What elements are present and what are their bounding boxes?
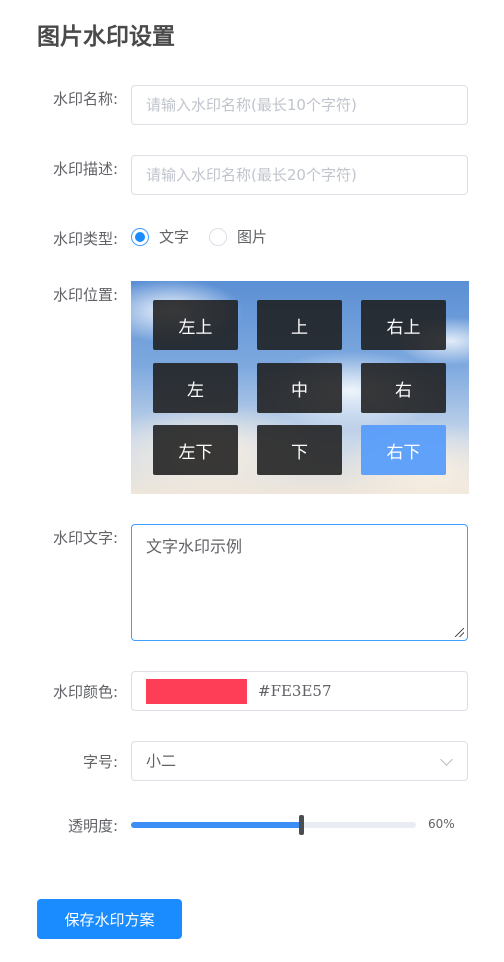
position-top-left-button[interactable]: 左上 [153,300,238,350]
resize-grip-icon[interactable] [455,628,464,637]
watermark-color-label: 水印颜色: [52,683,118,701]
opacity-slider[interactable] [131,815,416,835]
position-top-button[interactable]: 上 [257,300,342,350]
watermark-position-label: 水印位置: [52,286,118,304]
radio-checked-icon[interactable] [131,227,149,246]
font-size-value[interactable]: 小二 [146,752,176,770]
color-hex-value[interactable]: #FE3E57 [258,672,332,710]
opacity-slider-thumb[interactable] [299,815,304,835]
font-size-select[interactable]: 小二 [131,741,468,781]
page-title: 图片水印设置 [37,24,175,50]
position-right-button[interactable]: 右 [361,363,446,413]
watermark-type-label: 水印类型: [52,230,118,248]
position-left-button[interactable]: 左 [153,363,238,413]
watermark-desc-input[interactable]: 请输入水印名称(最长20个字符) [131,155,468,195]
position-preview-image: 左上 上 右上 左 中 右 左下 下 右下 [131,281,469,494]
watermark-text-textarea[interactable]: 文字水印示例 [131,524,468,641]
radio-image[interactable]: 图片 [209,226,267,247]
position-bottom-button[interactable]: 下 [257,425,342,475]
opacity-slider-fill [131,822,302,828]
color-swatch[interactable] [146,679,247,704]
font-size-label: 字号: [82,753,118,771]
watermark-text-value[interactable]: 文字水印示例 [146,537,242,556]
watermark-desc-label: 水印描述: [52,160,118,178]
watermark-name-label: 水印名称: [52,90,118,108]
position-bottom-left-button[interactable]: 左下 [153,425,238,475]
save-watermark-button[interactable]: 保存水印方案 [37,899,182,939]
color-picker-field[interactable]: #FE3E57 [131,671,468,711]
opacity-label: 透明度: [67,817,118,835]
radio-image-label[interactable]: 图片 [237,226,267,247]
position-bottom-right-button[interactable]: 右下 [361,425,446,475]
watermark-text-label: 水印文字: [52,529,118,547]
opacity-value: 60% [428,817,455,831]
chevron-down-icon[interactable] [440,753,453,766]
radio-unchecked-icon[interactable] [209,227,228,246]
watermark-name-input[interactable]: 请输入水印名称(最长10个字符) [131,85,468,125]
position-top-right-button[interactable]: 右上 [361,300,446,350]
radio-text[interactable]: 文字 [131,226,189,247]
watermark-type-radio-group: 文字 图片 [131,226,287,247]
position-center-button[interactable]: 中 [257,363,342,413]
radio-text-label[interactable]: 文字 [159,226,189,247]
